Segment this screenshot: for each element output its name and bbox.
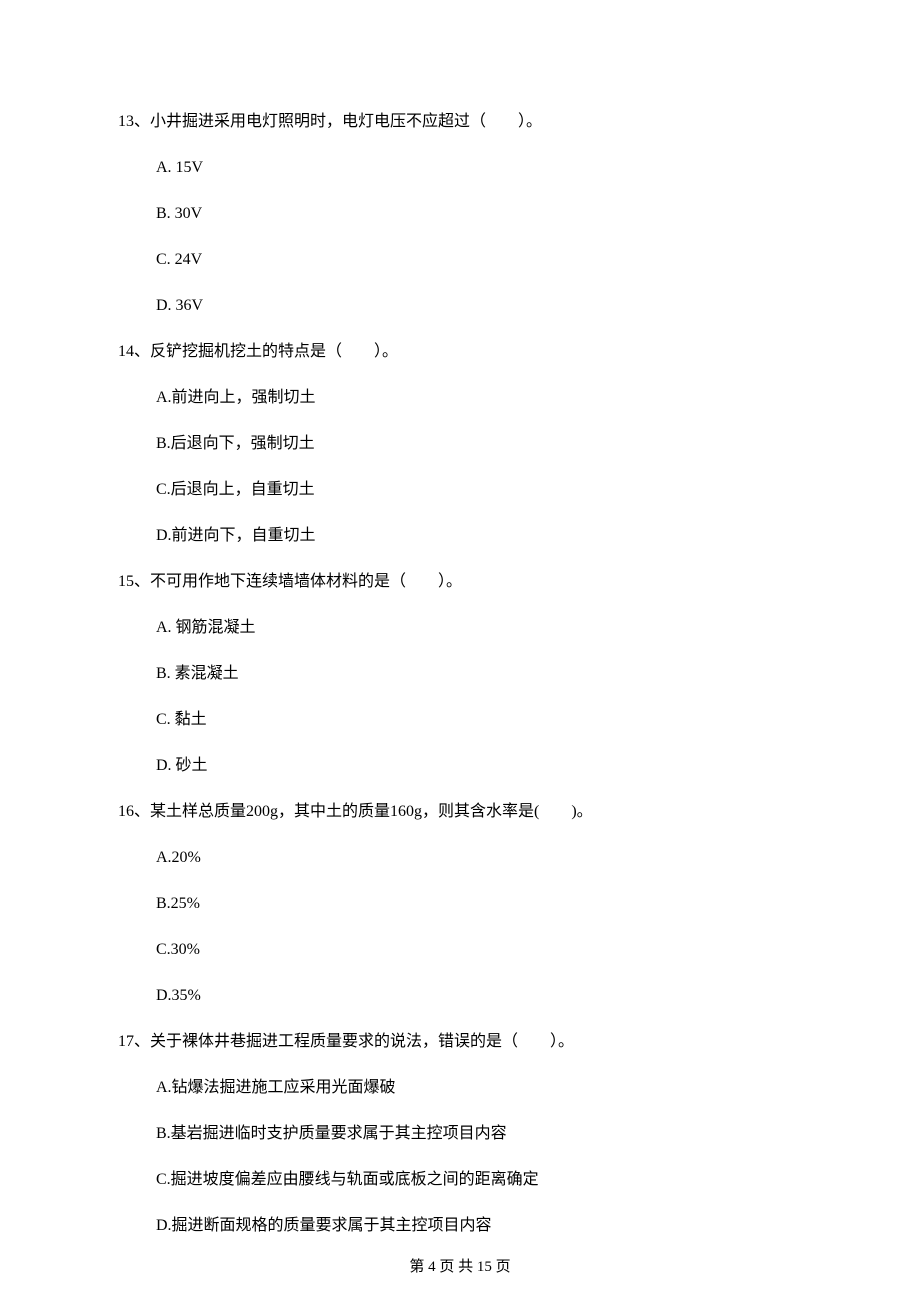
option-c: C. 黏土 <box>156 708 802 732</box>
question-stem: 17、关于裸体井巷掘进工程质量要求的说法，错误的是（ ）。 <box>118 1030 802 1054</box>
option-a: A.钻爆法掘进施工应采用光面爆破 <box>156 1076 802 1100</box>
question-number: 16、 <box>118 803 150 820</box>
question-number: 15、 <box>118 573 150 590</box>
options: A.钻爆法掘进施工应采用光面爆破 B.基岩掘进临时支护质量要求属于其主控项目内容… <box>118 1076 802 1238</box>
question-text: 反铲挖掘机挖土的特点是（ ）。 <box>150 343 398 360</box>
question-text: 不可用作地下连续墙墙体材料的是（ ）。 <box>150 573 462 590</box>
option-c: C.后退向上，自重切土 <box>156 478 802 502</box>
question-14: 14、反铲挖掘机挖土的特点是（ ）。 A.前进向上，强制切土 B.后退向下，强制… <box>118 340 802 548</box>
option-d: D. 36V <box>156 294 802 318</box>
option-c: C.掘进坡度偏差应由腰线与轨面或底板之间的距离确定 <box>156 1168 802 1192</box>
options: A.20% B.25% C.30% D.35% <box>118 846 802 1008</box>
option-c: C.30% <box>156 938 802 962</box>
option-d: D.掘进断面规格的质量要求属于其主控项目内容 <box>156 1214 802 1238</box>
question-13: 13、小井掘进采用电灯照明时，电灯电压不应超过（ ）。 A. 15V B. 30… <box>118 110 802 318</box>
option-b: B.后退向下，强制切土 <box>156 432 802 456</box>
question-stem: 14、反铲挖掘机挖土的特点是（ ）。 <box>118 340 802 364</box>
question-text: 小井掘进采用电灯照明时，电灯电压不应超过（ ）。 <box>150 113 542 130</box>
option-b: B.基岩掘进临时支护质量要求属于其主控项目内容 <box>156 1122 802 1146</box>
option-d: D.35% <box>156 984 802 1008</box>
question-text: 某土样总质量200g，其中土的质量160g，则其含水率是( )。 <box>150 803 593 820</box>
question-17: 17、关于裸体井巷掘进工程质量要求的说法，错误的是（ ）。 A.钻爆法掘进施工应… <box>118 1030 802 1238</box>
option-b: B.25% <box>156 892 802 916</box>
options: A.前进向上，强制切土 B.后退向下，强制切土 C.后退向上，自重切土 D.前进… <box>118 386 802 548</box>
option-a: A.前进向上，强制切土 <box>156 386 802 410</box>
option-c: C. 24V <box>156 248 802 272</box>
option-d: D.前进向下，自重切土 <box>156 524 802 548</box>
options: A. 15V B. 30V C. 24V D. 36V <box>118 156 802 318</box>
question-number: 17、 <box>118 1033 150 1050</box>
question-number: 14、 <box>118 343 150 360</box>
option-d: D. 砂土 <box>156 754 802 778</box>
page-footer: 第 4 页 共 15 页 <box>0 1256 920 1279</box>
question-16: 16、某土样总质量200g，其中土的质量160g，则其含水率是( )。 A.20… <box>118 800 802 1008</box>
question-text: 关于裸体井巷掘进工程质量要求的说法，错误的是（ ）。 <box>150 1033 574 1050</box>
option-b: B. 素混凝土 <box>156 662 802 686</box>
option-a: A.20% <box>156 846 802 870</box>
question-number: 13、 <box>118 113 150 130</box>
option-b: B. 30V <box>156 202 802 226</box>
question-stem: 16、某土样总质量200g，其中土的质量160g，则其含水率是( )。 <box>118 800 802 824</box>
question-15: 15、不可用作地下连续墙墙体材料的是（ ）。 A. 钢筋混凝土 B. 素混凝土 … <box>118 570 802 778</box>
question-stem: 13、小井掘进采用电灯照明时，电灯电压不应超过（ ）。 <box>118 110 802 134</box>
option-a: A. 15V <box>156 156 802 180</box>
options: A. 钢筋混凝土 B. 素混凝土 C. 黏土 D. 砂土 <box>118 616 802 778</box>
option-a: A. 钢筋混凝土 <box>156 616 802 640</box>
question-stem: 15、不可用作地下连续墙墙体材料的是（ ）。 <box>118 570 802 594</box>
page: 13、小井掘进采用电灯照明时，电灯电压不应超过（ ）。 A. 15V B. 30… <box>0 0 920 1302</box>
